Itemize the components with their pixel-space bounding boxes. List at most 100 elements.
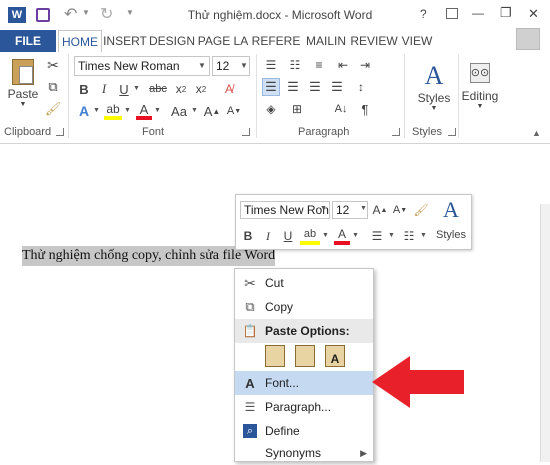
shrink-font-icon[interactable]: A ▼ xyxy=(226,102,242,120)
menu-item-define[interactable]: ⌕ Define xyxy=(235,419,373,443)
bullets-icon[interactable]: ☰ xyxy=(262,56,280,74)
help-button[interactable]: ? xyxy=(420,7,427,21)
editing-button[interactable]: ⊙⊙ Editing ▼ xyxy=(462,56,498,116)
subscript-icon[interactable]: x2 xyxy=(172,80,190,98)
undo-icon[interactable]: ↶ xyxy=(64,4,77,24)
collapse-ribbon-icon[interactable]: ▲ xyxy=(532,128,541,138)
mini-font-color-icon[interactable]: A xyxy=(334,227,350,245)
mini-highlight-dropdown-icon[interactable]: ▼ xyxy=(322,232,329,239)
styles-button[interactable]: A Styles ▼ xyxy=(412,56,456,116)
menu-item-synonyms[interactable]: Synonyms ▶ xyxy=(235,441,373,465)
ribbon-display-icon[interactable] xyxy=(446,8,458,19)
mini-font-name-dropdown-icon[interactable]: ▼ xyxy=(320,205,327,212)
paste-merge-icon[interactable] xyxy=(295,345,315,367)
document-area[interactable]: Thử nghiệm chống copy, chỉnh sửa file Wo… xyxy=(0,144,550,462)
paste-keep-source-icon[interactable] xyxy=(265,345,285,367)
mini-font-size-dropdown-icon[interactable]: ▼ xyxy=(360,205,367,212)
strikethrough-icon[interactable]: abc xyxy=(148,80,168,98)
multilevel-list-icon[interactable]: ≡ xyxy=(310,56,328,74)
mini-font-color-dropdown-icon[interactable]: ▼ xyxy=(352,232,359,239)
tab-mailings[interactable]: MAILIN xyxy=(302,30,350,52)
mini-highlight-icon[interactable]: ab xyxy=(300,227,320,245)
tab-references[interactable]: REFERE xyxy=(250,30,302,52)
underline-icon[interactable]: U xyxy=(116,80,132,98)
format-painter-icon[interactable]: 🖌 xyxy=(44,100,62,118)
paragraph-launcher-icon[interactable] xyxy=(392,128,400,136)
undo-dropdown-icon[interactable]: ▼ xyxy=(82,8,90,17)
minimize-button[interactable]: — xyxy=(472,6,484,20)
menu-item-font[interactable]: A Font... xyxy=(235,371,373,395)
paste-text-only-icon[interactable]: A xyxy=(325,345,345,367)
shading-icon[interactable]: ◈ xyxy=(262,100,280,118)
italic-icon[interactable]: I xyxy=(96,80,112,98)
tab-home[interactable]: HOME xyxy=(58,30,102,52)
line-spacing-icon[interactable]: ↕ xyxy=(352,78,370,96)
styles-launcher-icon[interactable] xyxy=(448,128,456,136)
mini-format-painter-icon[interactable]: 🖌 xyxy=(412,201,430,219)
font-color-icon[interactable]: A xyxy=(136,102,152,120)
mini-styles-icon[interactable]: A xyxy=(438,197,464,223)
vertical-scrollbar[interactable] xyxy=(540,204,550,462)
tab-file[interactable]: FILE xyxy=(0,30,56,52)
tab-design[interactable]: DESIGN xyxy=(148,30,196,52)
superscript-icon[interactable]: x2 xyxy=(192,80,210,98)
qat-customize-icon[interactable]: ▼ xyxy=(126,8,134,17)
menu-item-copy[interactable]: ⧉ Copy xyxy=(235,295,373,319)
font-size-dropdown-icon[interactable]: ▼ xyxy=(240,61,248,70)
font-name-field[interactable]: Times New Roman xyxy=(74,56,210,76)
copy-icon[interactable]: ⧉ xyxy=(44,78,62,96)
tab-view[interactable]: VIEW xyxy=(398,30,436,52)
mini-underline-icon[interactable]: U xyxy=(280,227,296,245)
mini-styles-label[interactable]: Styles xyxy=(436,229,466,241)
cut-icon[interactable]: ✂ xyxy=(44,56,62,74)
mini-shrink-font-icon[interactable]: A ▼ xyxy=(392,201,408,219)
mini-numbering-icon[interactable]: ☷ xyxy=(400,227,418,245)
underline-dropdown-icon[interactable]: ▼ xyxy=(133,85,140,92)
avatar[interactable] xyxy=(516,28,540,50)
numbering-icon[interactable]: ☷ xyxy=(286,56,304,74)
mini-italic-icon[interactable]: I xyxy=(260,227,276,245)
change-case-icon[interactable]: Aa xyxy=(168,102,190,120)
font-color-dropdown-icon[interactable]: ▼ xyxy=(154,107,161,114)
tab-insert[interactable]: INSERT xyxy=(102,30,148,52)
close-button[interactable]: ✕ xyxy=(528,6,539,22)
clipboard-launcher-icon[interactable] xyxy=(56,128,64,136)
styles-label: Styles xyxy=(417,90,451,105)
mini-grow-font-icon[interactable]: A ▲ xyxy=(372,201,388,219)
mini-bullets-icon[interactable]: ☰ xyxy=(368,227,386,245)
mini-numbering-dropdown-icon[interactable]: ▼ xyxy=(420,232,427,239)
word-app-icon[interactable]: W xyxy=(8,7,26,23)
menu-item-cut[interactable]: ✂ Cut xyxy=(235,271,373,295)
text-effects-icon[interactable]: A xyxy=(76,102,92,120)
increase-indent-icon[interactable]: ⇥ xyxy=(356,56,374,74)
mini-bullets-dropdown-icon[interactable]: ▼ xyxy=(388,232,395,239)
mini-bold-icon[interactable]: B xyxy=(240,227,256,245)
align-left-icon[interactable]: ☰ xyxy=(262,78,280,96)
tab-review[interactable]: REVIEW xyxy=(350,30,398,52)
font-launcher-icon[interactable] xyxy=(242,128,250,136)
tab-page-layout[interactable]: PAGE LA xyxy=(196,30,250,52)
highlight-icon[interactable]: ab xyxy=(104,102,122,120)
bold-icon[interactable]: B xyxy=(76,80,92,98)
clear-formatting-icon[interactable]: A̸ xyxy=(220,80,238,98)
borders-icon[interactable]: ⊞ xyxy=(288,100,306,118)
highlight-dropdown-icon[interactable]: ▼ xyxy=(124,107,131,114)
change-case-dropdown-icon[interactable]: ▼ xyxy=(191,107,198,114)
redo-icon[interactable]: ↻ xyxy=(100,4,113,24)
decrease-indent-icon[interactable]: ⇤ xyxy=(334,56,352,74)
text-effects-dropdown-icon[interactable]: ▼ xyxy=(93,107,100,114)
align-right-icon[interactable]: ☰ xyxy=(306,78,324,96)
menu-item-paragraph[interactable]: ☰ Paragraph... xyxy=(235,395,373,419)
justify-icon[interactable]: ☰ xyxy=(328,78,346,96)
sort-icon[interactable]: A↓ xyxy=(332,100,350,118)
editing-dropdown-icon: ▼ xyxy=(476,102,484,110)
maximize-button[interactable]: ❐ xyxy=(500,5,512,21)
font-name-dropdown-icon[interactable]: ▼ xyxy=(198,61,206,70)
show-formatting-icon[interactable]: ¶ xyxy=(356,100,374,118)
styles-dropdown-icon: ▼ xyxy=(430,104,438,112)
grow-font-icon[interactable]: A ▲ xyxy=(204,102,221,120)
paste-button[interactable]: Paste ▼ xyxy=(6,56,40,110)
mini-font-name-field[interactable]: Times New Ron xyxy=(240,201,330,219)
align-center-icon[interactable]: ☰ xyxy=(284,78,302,96)
save-icon[interactable] xyxy=(36,8,50,22)
